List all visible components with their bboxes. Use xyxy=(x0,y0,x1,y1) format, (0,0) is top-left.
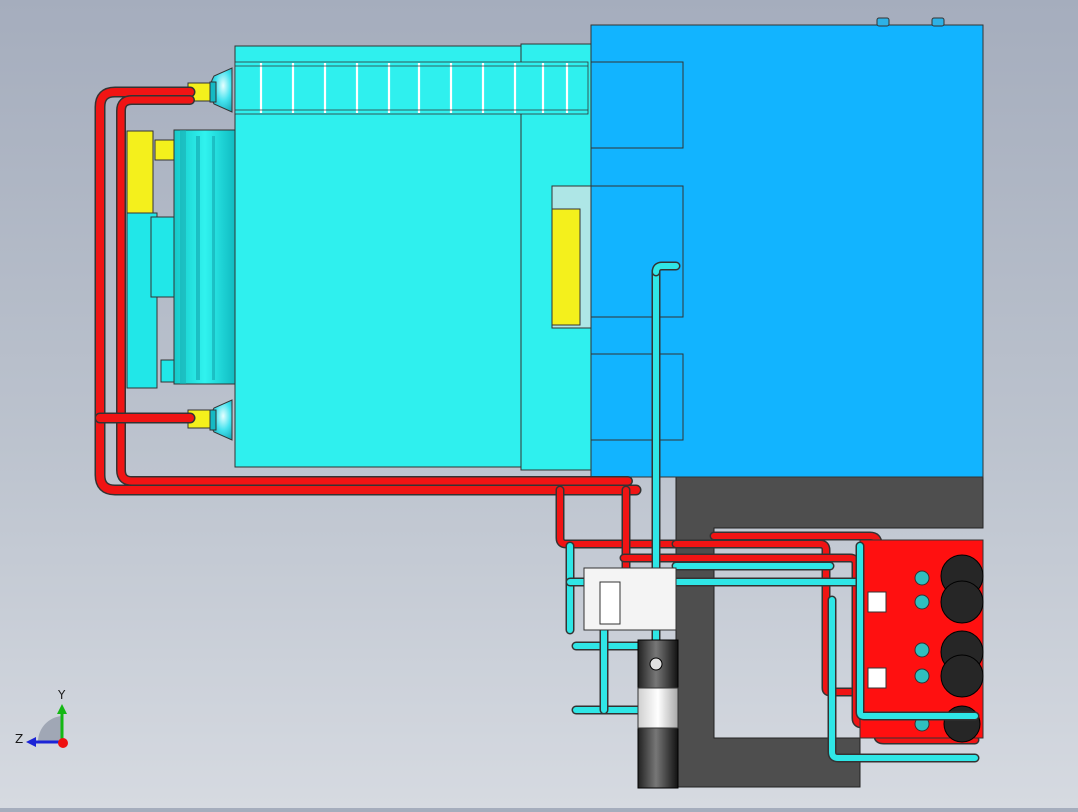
assembly-drawing xyxy=(26,17,984,789)
axis-y-label: Y xyxy=(58,688,66,702)
vertical-cylinder xyxy=(637,639,679,789)
cad-viewport[interactable]: Y Z xyxy=(0,0,1078,808)
axis-triad-icon xyxy=(26,704,68,748)
junction-box xyxy=(583,567,677,631)
main-vessel-body xyxy=(234,43,593,471)
control-cabinet xyxy=(590,17,984,478)
axis-z-label: Z xyxy=(15,732,24,746)
flange-assembly xyxy=(126,129,237,389)
